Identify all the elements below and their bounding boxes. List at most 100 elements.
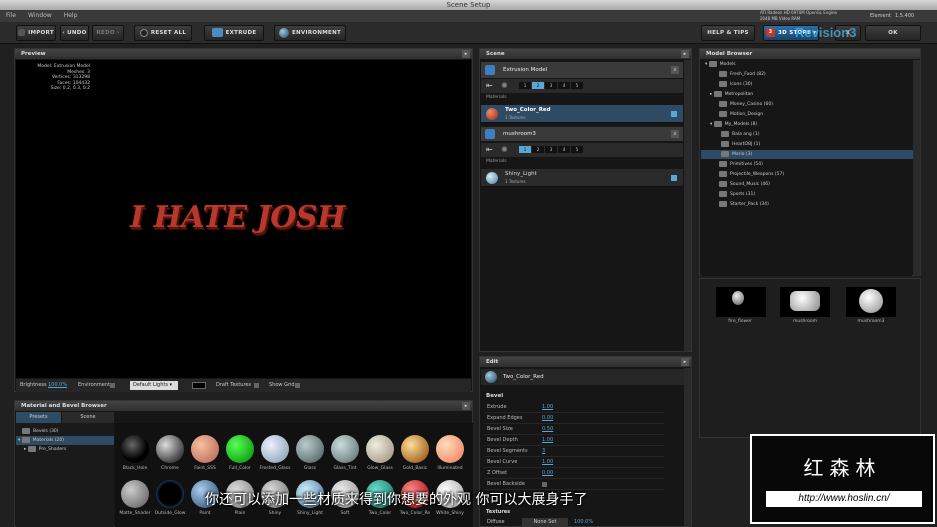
tree-sports[interactable]: Sports (31): [719, 190, 755, 199]
tree-metropolitan[interactable]: ▸ Metropolitan: [710, 90, 753, 99]
preview-menu-icon[interactable]: ▸: [462, 50, 470, 58]
tree-icons[interactable]: Icons (30): [719, 80, 752, 89]
model2-tab-5[interactable]: 5: [571, 146, 583, 153]
model-thumb-fire-flower[interactable]: [716, 287, 766, 317]
draft-textures-checkbox[interactable]: [254, 383, 259, 388]
model2-header[interactable]: mushroom3 x: [481, 127, 683, 141]
model1-tab-5[interactable]: 5: [571, 82, 583, 89]
model1-tab-2[interactable]: 2: [532, 82, 544, 89]
model1-tab-1[interactable]: 1: [519, 82, 531, 89]
tree-starter-pack[interactable]: Starter_Pack (34): [719, 200, 769, 209]
material-row-shiny-light[interactable]: Shiny_Light 1 Textures: [481, 169, 683, 187]
material-thumb-glow-glass[interactable]: [366, 435, 394, 463]
material-checkbox[interactable]: [671, 111, 677, 117]
material-thumb-matte-shader[interactable]: [121, 480, 149, 508]
material-label-10: Illuminated: [437, 466, 463, 471]
model-browser-panel: Model Browser ▾ Models Fresh_Food (82) I…: [699, 48, 921, 276]
environment-button[interactable]: ENVIRONMENT: [274, 25, 346, 41]
material-row-two-color-red[interactable]: Two_Color_Red 1 Textures: [481, 105, 683, 123]
browser-menu-icon[interactable]: ▸: [462, 402, 470, 410]
model2-remove-button[interactable]: x: [671, 130, 679, 138]
bevel-depth-value[interactable]: 1.00: [542, 435, 553, 446]
tree-fresh-food[interactable]: Fresh_Food (82): [719, 70, 766, 79]
lights-dropdown[interactable]: Default Lights ▾: [130, 381, 178, 390]
edit-menu-icon[interactable]: ▸: [681, 358, 689, 366]
edit-scrollbar[interactable]: [684, 368, 691, 526]
material-thumb-glass[interactable]: [296, 435, 324, 463]
lights-color-swatch[interactable]: [192, 382, 206, 389]
material-thumb-illuminated[interactable]: [436, 435, 464, 463]
material-thumb-gold-basic[interactable]: [401, 435, 429, 463]
model2-tab-1[interactable]: 1: [519, 146, 531, 153]
material-checkbox-2[interactable]: [671, 175, 677, 181]
scene-scrollbar[interactable]: [684, 60, 691, 351]
gear-icon[interactable]: ✺: [501, 81, 508, 91]
bevel-curve-value[interactable]: 1.00: [542, 457, 553, 468]
ok-button[interactable]: OK: [865, 25, 921, 41]
model1-remove-button[interactable]: x: [671, 66, 679, 74]
material-name: Two_Color_Red: [505, 107, 551, 113]
tree-projectile-weapons[interactable]: Projectile_Weapons (57): [719, 170, 784, 179]
material-thumb-frosted-glass[interactable]: [261, 435, 289, 463]
material-thumb-black-hole[interactable]: [121, 435, 149, 463]
tab-scene[interactable]: Scene: [62, 412, 114, 423]
bevel-segments-value[interactable]: 3: [542, 446, 545, 457]
brightness-value[interactable]: 100.0%: [48, 379, 67, 392]
gear-icon-2[interactable]: ✺: [501, 145, 508, 155]
tree-primitives[interactable]: Primitives (54): [719, 160, 763, 169]
scene-menu-icon[interactable]: ▸: [681, 50, 689, 58]
bevel-size-value[interactable]: 0.50: [542, 424, 553, 435]
model1-tab-4[interactable]: 4: [558, 82, 570, 89]
tree-sound-music[interactable]: Sound_Music (46): [719, 180, 770, 189]
menu-bar: File Window Help ATI Radeon HD 6970M OpenG…: [0, 10, 937, 22]
preview-viewport[interactable]: Model: Extrusion Model Meshes: 3 Vertices:…: [16, 60, 471, 378]
tree-mario[interactable]: Mario (3): [701, 150, 914, 159]
menu-help[interactable]: Help: [58, 10, 84, 22]
model2-tab-4[interactable]: 4: [558, 146, 570, 153]
reset-all-button[interactable]: RESET ALL: [134, 25, 192, 41]
tree-motion-design[interactable]: Motion_Design: [719, 110, 763, 119]
move-icon[interactable]: ⇤: [486, 81, 493, 91]
material-thumb-faint-sss[interactable]: [191, 435, 219, 463]
tree-pre-shaders[interactable]: ▸ Pre_Shaders: [24, 445, 66, 454]
tree-materials[interactable]: ▾ Materials (20): [16, 436, 114, 445]
tree-my-models[interactable]: ▾ My_Models (8): [710, 120, 757, 129]
z-offset-value[interactable]: 0.00: [542, 468, 553, 479]
model-tree-scrollbar[interactable]: [913, 60, 920, 276]
model1-tab-3[interactable]: 3: [545, 82, 557, 89]
tree-money-casino[interactable]: Money_Casino (60): [719, 100, 773, 109]
tree-models-root[interactable]: ▾ Models: [705, 60, 736, 69]
menu-window[interactable]: Window: [22, 10, 58, 22]
model-thumb-mushroom[interactable]: [780, 287, 830, 317]
extrude-value[interactable]: 1.00: [542, 402, 553, 413]
move-icon-2[interactable]: ⇤: [486, 145, 493, 155]
model2-tab-2[interactable]: 2: [532, 146, 544, 153]
menu-file[interactable]: File: [0, 10, 22, 22]
material-thumb-chrome[interactable]: [156, 435, 184, 463]
show-grid-checkbox[interactable]: [295, 383, 300, 388]
undo-button[interactable]: ‹ UNDO: [60, 25, 89, 41]
model-thumb-mushroom3[interactable]: [846, 287, 896, 317]
diffuse-texture-button[interactable]: None Set: [522, 518, 568, 526]
model2-tab-3[interactable]: 3: [545, 146, 557, 153]
expand-edges-value[interactable]: 0.00: [542, 413, 553, 424]
model1-header[interactable]: Extrusion Model x: [481, 62, 683, 78]
tree-bala-ang[interactable]: Bala ang (1): [721, 130, 760, 139]
bevel-backside-checkbox[interactable]: [542, 482, 547, 487]
material-thumb-outside-glow[interactable]: [156, 480, 184, 508]
material-thumb-glass-tint[interactable]: [331, 435, 359, 463]
brightness-label: Brightness: [20, 382, 47, 388]
tree-bevels[interactable]: Bevels (30): [22, 427, 59, 436]
diffuse-percent[interactable]: 100.0%: [574, 517, 593, 527]
environment-checkbox[interactable]: [110, 383, 115, 388]
tab-presets[interactable]: Presets: [16, 412, 61, 423]
redo-button[interactable]: REDO ›: [92, 25, 124, 41]
material-label-16: Shiny_Light: [297, 511, 323, 516]
material-thumb-full-color[interactable]: [226, 435, 254, 463]
field-z-offset: Z Offset 0.00: [484, 468, 664, 479]
tree-heartobj[interactable]: HeartOBJ (1): [721, 140, 760, 149]
preview-header: Preview ▸: [15, 49, 472, 59]
help-tips-button[interactable]: HELP & TIPS: [701, 25, 755, 41]
extrude-button[interactable]: EXTRUDE: [204, 25, 264, 41]
import-button[interactable]: IMPORT: [16, 25, 56, 41]
